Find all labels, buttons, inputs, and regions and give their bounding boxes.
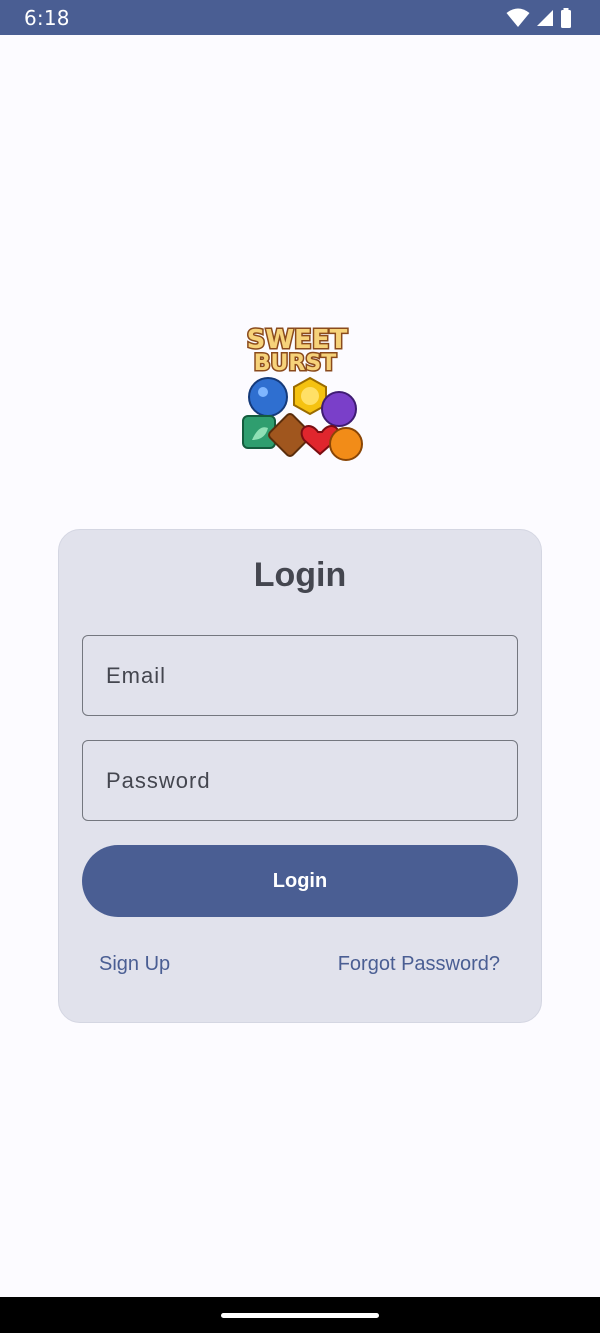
status-time: 6:18 xyxy=(24,5,70,30)
wifi-icon xyxy=(506,8,530,28)
sign-up-link[interactable]: Sign Up xyxy=(99,953,170,976)
login-button[interactable]: Login xyxy=(82,845,518,917)
home-indicator[interactable] xyxy=(221,1313,379,1318)
login-title: Login xyxy=(253,556,347,594)
password-placeholder: Password xyxy=(106,767,211,793)
status-bar: 6:18 xyxy=(0,0,600,35)
status-icons xyxy=(506,7,572,28)
sweet-burst-logo: SWEET BURST xyxy=(238,320,364,468)
forgot-password-link[interactable]: Forgot Password? xyxy=(338,953,500,976)
cellular-signal-icon xyxy=(536,9,554,27)
logo-text-line2: BURST xyxy=(254,351,336,376)
navigation-bar xyxy=(0,1297,600,1333)
battery-icon xyxy=(560,7,572,28)
password-field[interactable]: Password xyxy=(82,740,518,821)
email-placeholder: Email xyxy=(106,662,167,688)
email-field[interactable]: Email xyxy=(82,635,518,716)
